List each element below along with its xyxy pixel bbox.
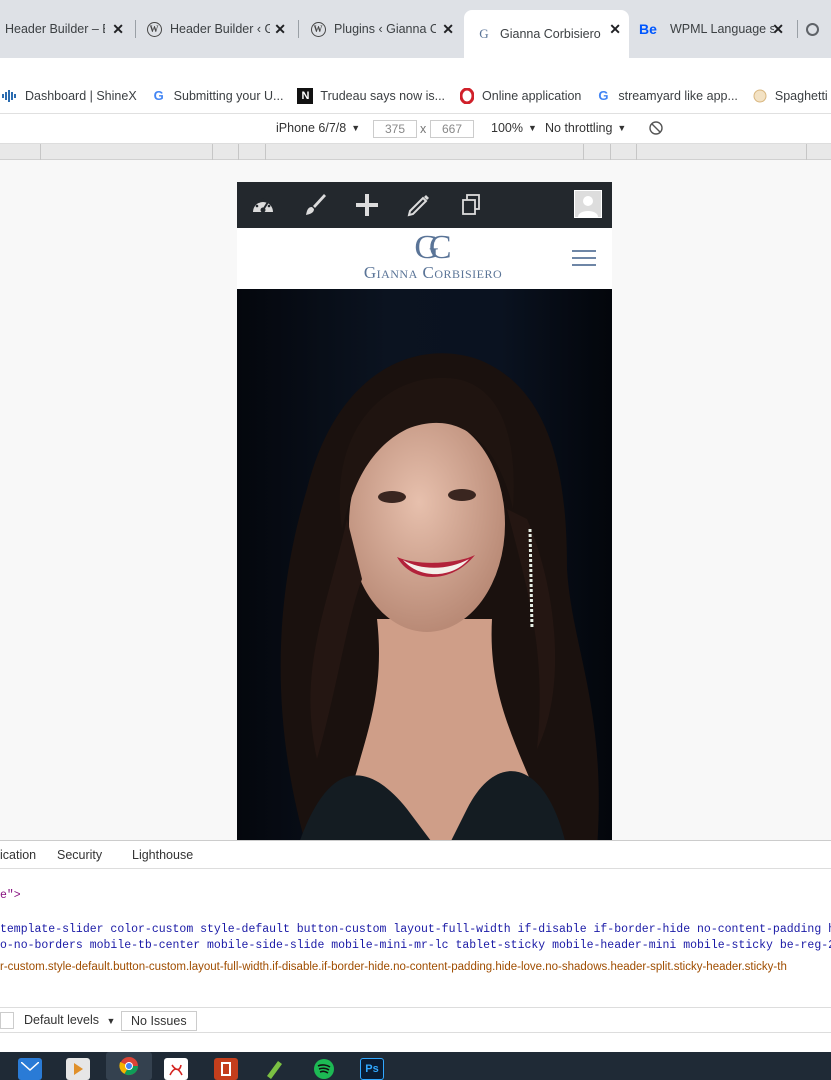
tab-title: WPML Language sw [670, 22, 774, 36]
tab-plugins[interactable]: W Plugins ‹ Gianna Co ✕ [310, 12, 460, 46]
duplicate-icon[interactable] [456, 190, 486, 220]
tab-strip: Header Builder – Be ✕ W Header Builder ‹… [0, 0, 831, 58]
bookmark-spaghetti[interactable]: Spaghetti alla [752, 88, 831, 104]
wp-admin-bar [237, 182, 612, 228]
filter-input[interactable] [0, 1012, 14, 1029]
behance-icon: Be [639, 21, 657, 37]
wordpress-icon: W [146, 21, 162, 37]
circle-icon [806, 22, 819, 36]
close-icon[interactable]: ✕ [609, 21, 621, 38]
tab-separator [797, 20, 798, 38]
logo-monogram: GC [414, 229, 451, 266]
bookmark-shinex[interactable]: Dashboard | ShineX [2, 88, 137, 104]
news-icon: N [297, 87, 314, 104]
tab-application[interactable]: ication [0, 848, 36, 862]
avatar[interactable] [574, 190, 602, 218]
bookmark-label: streamyard like app... [618, 88, 738, 103]
pdf-icon[interactable] [164, 1058, 188, 1080]
dashboard-icon[interactable] [248, 190, 278, 220]
tab-lighthouse[interactable]: Lighthouse [132, 848, 193, 862]
device-toolbar: iPhone 6/7/8 ▼ 375 x 667 100% ▼ No throt… [0, 114, 831, 144]
tab-wpml[interactable]: Be WPML Language sw ✕ [639, 12, 790, 46]
tab-title: Header Builder ‹ Gi [170, 22, 270, 36]
dom-line-classes: template-slider color-custom style-defau… [0, 923, 831, 936]
bookmark-label: Submitting your U... [173, 88, 284, 103]
dom-line-attribute: e"> [0, 889, 21, 902]
pencil-icon[interactable] [404, 190, 434, 220]
phone-frame: GC Gianna Corbisiero [237, 182, 612, 840]
site-logo[interactable]: GC Gianna Corbisiero [345, 231, 521, 286]
tab-separator [298, 20, 299, 38]
tab-title: Header Builder – Be [5, 22, 105, 36]
bookmark-label: Online application [482, 88, 582, 103]
bookmark-online-application[interactable]: Online application [459, 87, 582, 104]
tab-gianna-corbisiero[interactable]: G Gianna Corbisiero ✕ [464, 10, 629, 58]
chevron-down-icon: ▼ [617, 123, 627, 133]
bookmark-label: Spaghetti alla [774, 88, 831, 103]
dom-line-classes: o-no-borders mobile-tb-center mobile-sid… [0, 939, 831, 952]
levels-label: Default levels [24, 1013, 100, 1027]
brush-icon[interactable] [300, 190, 330, 220]
opera-icon [459, 87, 475, 104]
tab-security[interactable]: Security [57, 848, 102, 862]
chevron-down-icon: ▼ [106, 1016, 116, 1026]
omnibox-area [0, 58, 831, 78]
dimension-separator: x [420, 122, 427, 136]
breadcrumb-selector: r-custom.style-default.button-custom.lay… [0, 961, 787, 973]
media-query-ruler [0, 144, 831, 160]
hero-portrait-image [237, 289, 612, 840]
close-icon[interactable]: ✕ [112, 21, 124, 38]
tab-header-builder-gi[interactable]: W Header Builder ‹ Gi ✕ [146, 12, 292, 46]
os-taskbar: Ps [0, 1052, 831, 1080]
media-player-icon[interactable] [66, 1058, 90, 1080]
bookmark-streamyard[interactable]: G streamyard like app... [595, 88, 738, 104]
bookmarks-bar: Dashboard | ShineX G Submitting your U..… [0, 78, 831, 114]
tab-overflow[interactable] [806, 12, 831, 46]
logo-name: Gianna Corbisiero [363, 263, 503, 282]
google-icon: G [598, 88, 609, 103]
hamburger-menu-icon[interactable] [572, 250, 596, 266]
chevron-down-icon: ▼ [527, 123, 537, 133]
issues-button[interactable]: No Issues [121, 1011, 197, 1031]
zoom-select[interactable]: 100% ▼ [491, 121, 537, 135]
tab-header-builder-be[interactable]: Header Builder – Be ✕ [5, 12, 130, 46]
chrome-icon[interactable] [106, 1052, 152, 1080]
emulated-viewport: GC Gianna Corbisiero [0, 160, 831, 840]
levels-select[interactable]: Default levels ▼ [24, 1013, 115, 1027]
plus-icon[interactable] [352, 190, 382, 220]
site-header: GC Gianna Corbisiero [237, 228, 612, 289]
bookmark-label: Trudeau says now is... [320, 88, 446, 103]
zoom-label: 100% [491, 121, 523, 135]
width-input[interactable]: 375 [373, 120, 417, 138]
chevron-down-icon: ▼ [351, 123, 361, 133]
sound-wave-icon [2, 88, 18, 104]
device-select[interactable]: iPhone 6/7/8 ▼ [276, 121, 360, 135]
wordpress-icon: W [310, 21, 326, 37]
console-filter-bar: Default levels ▼ No Issues [0, 1007, 831, 1033]
tab-title: Gianna Corbisiero [500, 27, 601, 41]
tab-title: Plugins ‹ Gianna Co [334, 22, 436, 36]
rotate-icon[interactable] [648, 120, 664, 136]
close-icon[interactable]: ✕ [442, 21, 454, 38]
notes-icon[interactable] [262, 1058, 286, 1080]
device-label: iPhone 6/7/8 [276, 121, 347, 135]
tab-separator [135, 20, 136, 38]
office-icon[interactable] [214, 1058, 238, 1080]
devtools-panel: ication Security Lighthouse e"> template… [0, 840, 831, 1052]
mail-icon[interactable] [18, 1058, 42, 1080]
throttling-label: No throttling [545, 121, 613, 135]
photoshop-icon[interactable]: Ps [360, 1058, 384, 1080]
bookmark-submitting[interactable]: G Submitting your U... [151, 88, 284, 104]
google-icon: G [153, 88, 164, 103]
spotify-icon[interactable] [312, 1058, 336, 1080]
throttling-select[interactable]: No throttling ▼ [545, 121, 626, 135]
bookmark-trudeau[interactable]: N Trudeau says now is... [297, 87, 446, 104]
close-icon[interactable]: ✕ [274, 21, 286, 38]
site-favicon-icon: G [479, 26, 489, 41]
height-input[interactable]: 667 [430, 120, 474, 138]
food-icon [752, 88, 768, 104]
bookmark-label: Dashboard | ShineX [25, 88, 137, 103]
close-icon[interactable]: ✕ [772, 21, 784, 38]
devtools-tabs: ication Security Lighthouse [0, 841, 831, 869]
